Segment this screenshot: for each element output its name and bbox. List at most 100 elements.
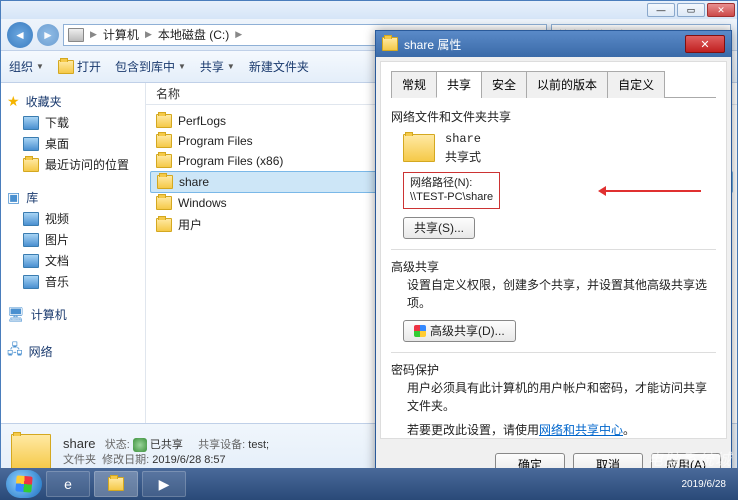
chevron-right-icon: ▶ — [90, 29, 97, 40]
folder-icon — [156, 154, 172, 168]
share-name: share — [445, 130, 481, 148]
advanced-share-button[interactable]: 高级共享(D)... — [403, 320, 516, 342]
library-icon: ▣ — [7, 189, 20, 206]
dialog-title: share 属性 — [404, 36, 461, 53]
taskbar-media[interactable]: ▶ — [142, 471, 186, 497]
windows-logo-icon — [15, 475, 32, 492]
chevron-right-icon: ▶ — [145, 29, 152, 40]
sidebar-computer-header[interactable]: 🖥计算机 — [1, 304, 145, 325]
file-name: Program Files — [178, 134, 253, 148]
sidebar-libraries-header[interactable]: ▣库 — [1, 187, 145, 208]
open-label: 打开 — [77, 58, 101, 75]
include-label: 包含到库中 — [115, 58, 175, 75]
star-icon: ★ — [7, 93, 20, 110]
close-button[interactable]: ✕ — [707, 3, 735, 17]
organize-menu[interactable]: 组织▼ — [9, 58, 44, 75]
tab-0[interactable]: 常规 — [391, 71, 437, 98]
sidebar-item-downloads[interactable]: 下载 — [1, 112, 145, 133]
network-path-value: \\TEST-PC\share — [410, 190, 493, 204]
window-titlebar: — ▭ ✕ — [1, 1, 737, 19]
drive-icon — [68, 28, 84, 42]
videos-icon — [23, 212, 39, 226]
file-name: Program Files (x86) — [178, 154, 283, 168]
minimize-button[interactable]: — — [647, 3, 675, 17]
downloads-icon — [23, 116, 39, 130]
folder-icon — [156, 196, 172, 210]
folder-icon — [58, 60, 74, 74]
details-name: share — [63, 436, 96, 451]
chevron-down-icon: ▼ — [227, 62, 235, 71]
breadcrumb-computer[interactable]: 计算机 — [103, 26, 139, 43]
documents-icon — [23, 254, 39, 268]
folder-icon — [156, 134, 172, 148]
tab-strip: 常规共享安全以前的版本自定义 — [391, 70, 716, 98]
sidebar-favorites-header[interactable]: ★收藏夹 — [1, 91, 145, 112]
tab-1[interactable]: 共享 — [436, 71, 482, 98]
computer-icon: 🖥 — [7, 306, 25, 323]
sidebar-item-recent[interactable]: 最近访问的位置 — [1, 154, 145, 175]
network-center-link[interactable]: 网络和共享中心 — [539, 423, 623, 437]
nav-forward-button[interactable]: ► — [37, 24, 59, 46]
maximize-button[interactable]: ▭ — [677, 3, 705, 17]
file-name: share — [179, 175, 209, 189]
folder-icon — [11, 434, 51, 470]
details-type: 文件夹 — [63, 454, 96, 466]
details-state: 已共享 — [150, 439, 183, 451]
shield-icon — [414, 325, 426, 337]
sidebar-item-videos[interactable]: 视频 — [1, 208, 145, 229]
nav-back-button[interactable]: ◄ — [7, 22, 33, 48]
network-path-label: 网络路径(N): — [410, 176, 493, 190]
organize-label: 组织 — [9, 58, 33, 75]
chevron-right-icon: ▶ — [235, 29, 242, 40]
folder-icon — [156, 114, 172, 128]
recent-icon — [23, 158, 39, 172]
tab-2[interactable]: 安全 — [481, 71, 527, 98]
details-device: test; — [248, 439, 269, 451]
share-state: 共享式 — [445, 148, 481, 166]
open-button[interactable]: 打开 — [58, 58, 101, 75]
taskbar-ie[interactable]: e — [46, 471, 90, 497]
share-button[interactable]: 共享(S)... — [403, 217, 475, 239]
sidebar-network-header[interactable]: 🖧网络 — [1, 337, 145, 365]
tab-4[interactable]: 自定义 — [607, 71, 665, 98]
network-icon: 🖧 — [7, 339, 23, 363]
section-title-advanced: 高级共享 — [391, 258, 716, 276]
network-path-box: 网络路径(N): \\TEST-PC\share — [403, 172, 500, 209]
pictures-icon — [23, 233, 39, 247]
share-label: 共享 — [200, 58, 224, 75]
sidebar-item-desktop[interactable]: 桌面 — [1, 133, 145, 154]
tab-3[interactable]: 以前的版本 — [526, 71, 608, 98]
breadcrumb-drive[interactable]: 本地磁盘 (C:) — [158, 26, 229, 43]
advanced-desc: 设置自定义权限，创建多个共享，并设置其他高级共享选项。 — [391, 276, 716, 312]
folder-icon — [382, 37, 398, 51]
file-name: Windows — [178, 196, 227, 210]
dialog-close-button[interactable]: ✕ — [685, 35, 725, 53]
folder-icon — [156, 218, 172, 232]
folder-icon — [108, 477, 124, 491]
start-button[interactable] — [6, 470, 42, 498]
chevron-down-icon: ▼ — [178, 62, 186, 71]
section-title-password: 密码保护 — [391, 361, 716, 379]
sidebar-item-pictures[interactable]: 图片 — [1, 229, 145, 250]
sidebar-item-documents[interactable]: 文档 — [1, 250, 145, 271]
section-title-network-share: 网络文件和文件夹共享 — [391, 108, 716, 126]
watermark: 电脑系统城 — [647, 446, 732, 470]
sidebar-item-music[interactable]: 音乐 — [1, 271, 145, 292]
include-menu[interactable]: 包含到库中▼ — [115, 58, 186, 75]
chevron-down-icon: ▼ — [36, 62, 44, 71]
dialog-titlebar: share 属性 ✕ — [376, 31, 731, 57]
properties-dialog: share 属性 ✕ 常规共享安全以前的版本自定义 网络文件和文件夹共享 sha… — [375, 30, 732, 478]
music-icon — [23, 275, 39, 289]
folder-shared-icon — [403, 134, 435, 162]
file-name: PerfLogs — [178, 114, 226, 128]
file-name: 用户 — [178, 216, 202, 233]
taskbar-explorer[interactable] — [94, 471, 138, 497]
new-folder-button[interactable]: 新建文件夹 — [249, 58, 309, 75]
shared-icon — [133, 438, 147, 452]
share-menu[interactable]: 共享▼ — [200, 58, 235, 75]
desktop-icon — [23, 137, 39, 151]
tray-clock[interactable]: 2019/6/28 — [682, 479, 733, 490]
new-folder-label: 新建文件夹 — [249, 58, 309, 75]
details-date: 2019/6/28 8:57 — [152, 454, 225, 466]
password-desc: 用户必须具有此计算机的用户帐户和密码，才能访问共享文件夹。 — [391, 379, 716, 415]
